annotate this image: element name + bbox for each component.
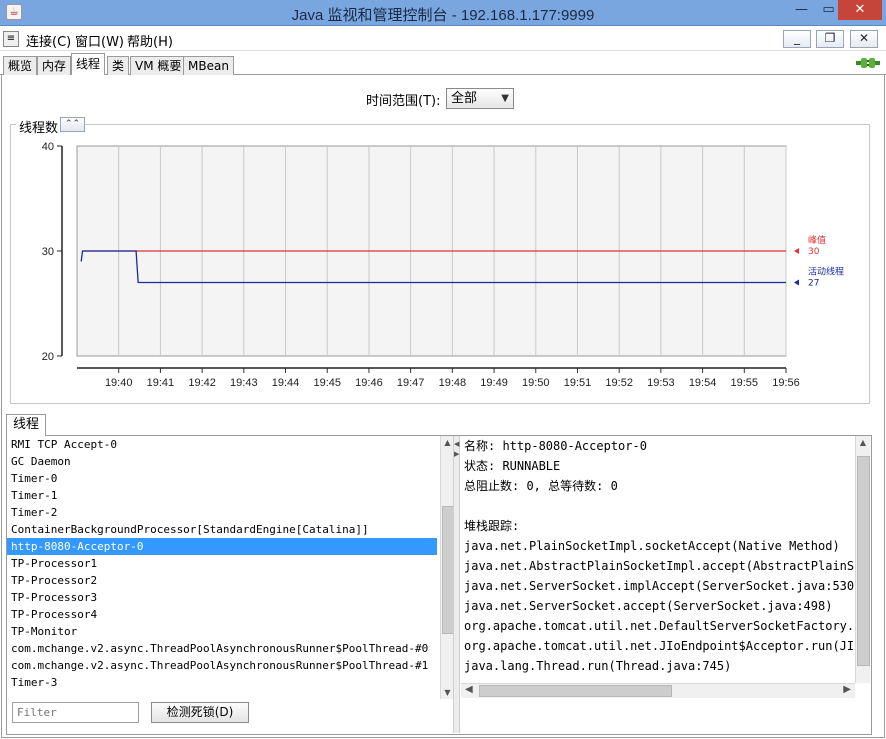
- x-tick-label: 19:56: [772, 377, 800, 389]
- scroll-right-icon[interactable]: ▶: [843, 684, 851, 695]
- x-tick-label: 19:47: [397, 377, 425, 389]
- thread-detail-text[interactable]: 名称: http-8080-Acceptor-0 状态: RUNNABLE 总阻止数…: [461, 436, 854, 684]
- y-tick-label: 20: [42, 351, 54, 363]
- thread-list-item[interactable]: ContainerBackgroundProcessor[StandardEng…: [7, 521, 437, 538]
- series-marker-1: [794, 279, 799, 286]
- scroll-left-icon[interactable]: ◀: [465, 684, 473, 695]
- x-tick-label: 19:41: [147, 377, 175, 389]
- y-tick-label: 30: [42, 246, 54, 258]
- thread-list-item[interactable]: RMI TCP Accept-0: [7, 436, 437, 453]
- detail-line: org.apache.tomcat.util.net.JIoEndpoint$A…: [464, 639, 854, 653]
- thread-list-item[interactable]: com.mchange.v2.async.ThreadPoolAsynchron…: [7, 640, 437, 657]
- threads-subtab[interactable]: 线程: [6, 414, 47, 436]
- series-value-label: 27: [808, 279, 819, 289]
- detail-line: java.net.ServerSocket.implAccept(ServerS…: [464, 579, 854, 593]
- detail-line: [461, 496, 854, 516]
- divider-left-arrow-icon[interactable]: ◀: [454, 440, 459, 448]
- detail-hscroll-thumb[interactable]: [479, 685, 672, 697]
- thread-list-item[interactable]: Timer-0: [7, 470, 437, 487]
- x-tick-label: 19:51: [564, 377, 592, 389]
- detail-vertical-scrollbar[interactable]: ▲: [855, 436, 870, 683]
- x-tick-label: 19:44: [272, 377, 300, 389]
- thread-list-item[interactable]: http-8080-Acceptor-0: [7, 538, 437, 555]
- thread-list-item[interactable]: TP-Processor4: [7, 606, 437, 623]
- series-name-label: 峰值: [808, 234, 826, 246]
- thread-list-item[interactable]: com.mchange.v2.async.ThreadPoolAsynchron…: [7, 657, 437, 674]
- series-name-label: 活动线程: [808, 266, 844, 278]
- detect-deadlock-button[interactable]: 检测死锁(D): [151, 702, 249, 723]
- detail-line: java.net.ServerSocket.accept(ServerSocke…: [464, 599, 833, 613]
- filter-input[interactable]: [12, 702, 139, 723]
- thread-list-scrollbar[interactable]: ▲ ▼: [440, 436, 455, 699]
- detail-line: 总阻止数: 0, 总等待数: 0: [464, 479, 618, 493]
- x-tick-label: 19:50: [522, 377, 550, 389]
- detail-horizontal-scrollbar[interactable]: ◀ ▶: [461, 683, 855, 698]
- detail-vscroll-thumb[interactable]: [857, 456, 870, 666]
- x-tick-label: 19:42: [188, 377, 216, 389]
- series-marker-0: [794, 248, 799, 254]
- x-tick-label: 19:43: [230, 377, 258, 389]
- detail-line: java.lang.Thread.run(Thread.java:745): [464, 659, 732, 673]
- divider-right-arrow-icon[interactable]: ▶: [454, 450, 459, 458]
- thread-count-chart: 19:40 19:41 19:42 19:43 19:44 19:45 19:46 19:47…: [42, 141, 844, 389]
- detail-line: 名称: http-8080-Acceptor-0: [464, 439, 647, 453]
- detail-line: 堆栈跟踪:: [464, 519, 520, 533]
- thread-list-item[interactable]: Timer-2: [7, 504, 437, 521]
- thread-list-item[interactable]: TP-Processor1: [7, 555, 437, 572]
- x-tick-label: 19:48: [439, 377, 467, 389]
- series-value-label: 30: [808, 247, 820, 257]
- detail-line: java.net.AbstractPlainSocketImpl.accept(…: [464, 559, 854, 573]
- y-tick-label: 40: [42, 141, 54, 153]
- thread-list-item[interactable]: Timer-1: [7, 487, 437, 504]
- thread-list-item[interactable]: TP-Processor2: [7, 572, 437, 589]
- thread-list-item[interactable]: Timer-3: [7, 674, 437, 691]
- split-divider[interactable]: ◀ ▶: [453, 436, 460, 733]
- x-tick-label: 19:45: [313, 377, 341, 389]
- x-tick-label: 19:49: [480, 377, 508, 389]
- x-tick-label: 19:55: [731, 377, 759, 389]
- x-tick-label: 19:46: [355, 377, 383, 389]
- detail-line: java.net.PlainSocketImpl.socketAccept(Na…: [464, 539, 840, 553]
- x-tick-label: 19:40: [105, 377, 133, 389]
- scroll-up-icon[interactable]: ▲: [856, 438, 870, 447]
- detail-line: org.apache.tomcat.util.net.DefaultServer…: [464, 619, 854, 633]
- x-tick-label: 19:54: [689, 377, 717, 389]
- thread-list[interactable]: RMI TCP Accept-0 GC Daemon Timer-0 Timer-1 T…: [7, 436, 437, 700]
- detail-line: 状态: RUNNABLE: [464, 459, 561, 473]
- x-tick-label: 19:53: [647, 377, 675, 389]
- thread-list-item[interactable]: TP-Processor3: [7, 589, 437, 606]
- x-tick-label: 19:52: [605, 377, 633, 389]
- thread-list-item[interactable]: TP-Monitor: [7, 623, 437, 640]
- thread-list-item[interactable]: GC Daemon: [7, 453, 437, 470]
